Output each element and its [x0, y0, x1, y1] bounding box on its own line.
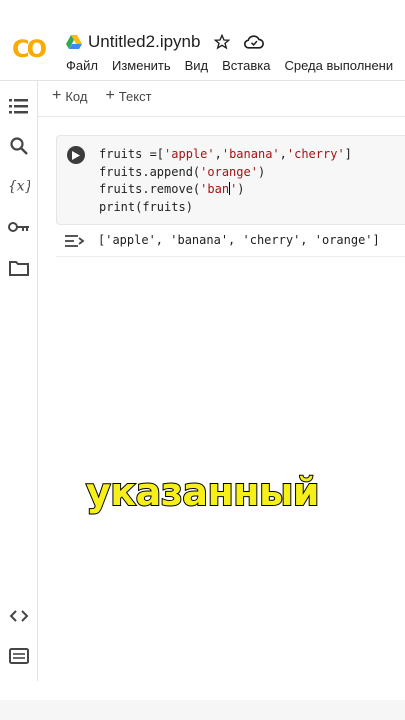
folder-icon[interactable] [8, 257, 30, 279]
add-text-label: Текст [118, 88, 152, 104]
toolbar-divider [38, 116, 405, 117]
code-line-3: fruits.remove('ban') [99, 182, 245, 196]
output-text: ['apple', 'banana', 'cherry', 'orange'] [98, 233, 380, 247]
add-code-label: Код [65, 88, 88, 104]
left-sidebar: {x} [0, 81, 38, 681]
code-editor[interactable]: fruits =['apple','banana','cherry'] fruit… [99, 146, 352, 216]
cell-output: ['apple', 'banana', 'cherry', 'orange'] [56, 225, 405, 257]
search-icon[interactable] [8, 135, 30, 157]
table-of-contents-icon[interactable] [8, 95, 30, 117]
add-text-button[interactable]: + Текст [105, 88, 151, 104]
variables-icon[interactable]: {x} [8, 175, 30, 197]
star-icon[interactable] [214, 34, 231, 50]
app-header: CO Untitled2.ipynb Файл Изменить Вид Вст… [0, 0, 405, 80]
plus-icon: + [105, 87, 115, 104]
menu-view[interactable]: Вид [185, 58, 209, 73]
menu-insert[interactable]: Вставка [222, 58, 270, 73]
plus-icon: + [52, 87, 62, 104]
bottom-strip [0, 700, 405, 720]
output-menu-icon[interactable] [64, 233, 86, 249]
title-row: Untitled2.ipynb [66, 30, 265, 54]
header-divider [0, 80, 405, 81]
video-caption: указанный [85, 469, 320, 515]
terminal-icon[interactable] [8, 645, 30, 667]
menu-edit[interactable]: Изменить [112, 58, 171, 73]
key-icon[interactable] [8, 216, 30, 238]
code-cell[interactable]: fruits =['apple','banana','cherry'] fruit… [56, 135, 405, 225]
add-code-button[interactable]: + Код [52, 88, 87, 104]
google-drive-icon [66, 35, 82, 49]
svg-text:CO: CO [12, 35, 47, 62]
code-snippets-icon[interactable] [8, 605, 30, 627]
play-icon [72, 150, 80, 160]
menu-runtime[interactable]: Среда выполнени [284, 58, 393, 73]
svg-text:{x}: {x} [8, 179, 30, 195]
cloud-save-icon[interactable] [244, 34, 265, 50]
notebook-toolbar: + Код + Текст [52, 88, 152, 104]
run-cell-button[interactable] [67, 146, 85, 164]
text-cursor [229, 182, 231, 195]
notebook-title[interactable]: Untitled2.ipynb [88, 32, 200, 52]
menu-file[interactable]: Файл [66, 58, 98, 73]
colab-logo[interactable]: CO [12, 34, 52, 62]
code-line-2: fruits.append('orange') [99, 164, 266, 179]
code-line-1: fruits =['apple','banana','cherry'] [99, 147, 352, 161]
menu-bar: Файл Изменить Вид Вставка Среда выполнен… [66, 58, 405, 73]
code-line-4: print(fruits) [99, 199, 193, 214]
